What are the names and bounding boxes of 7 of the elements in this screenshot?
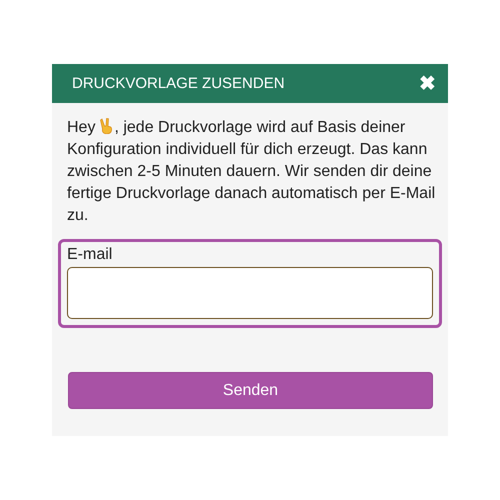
dialog-title: DRUCKVORLAGE ZUSENDEN <box>72 75 285 92</box>
victory-hand-icon <box>100 118 114 134</box>
close-button[interactable]: ✖ <box>419 74 436 94</box>
email-input[interactable] <box>67 267 433 319</box>
email-label: E-mail <box>67 245 114 265</box>
intro-text: Hey , jede Druckvorlage wird auf Basis deiner Konfiguration individuell für dich erzeugt. Das kann zwischen 2-5 Minuten dauern. Wir senden dir deine fertige Druckvorlage danach automatisch per E-Mail zu. <box>67 117 436 226</box>
send-button[interactable]: Senden <box>68 372 433 409</box>
